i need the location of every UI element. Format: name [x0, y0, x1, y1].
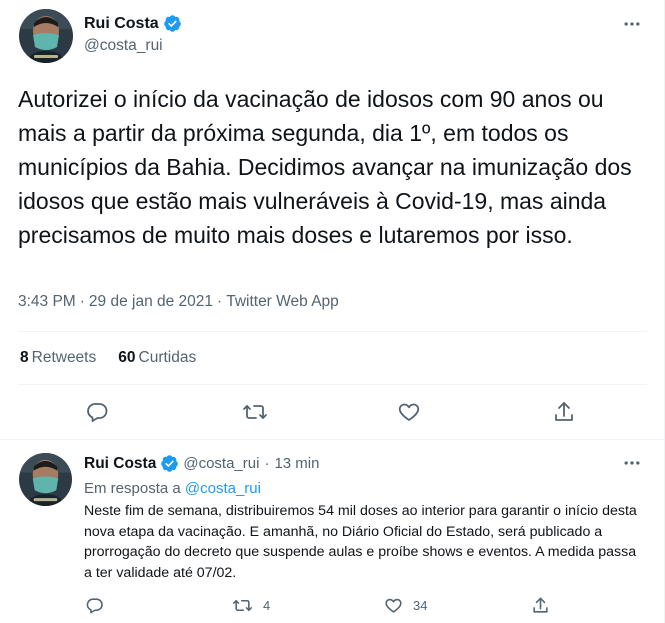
- avatar[interactable]: [19, 453, 72, 506]
- more-icon[interactable]: [621, 13, 643, 35]
- tweet-meta: 3:43 PM · 29 de jan de 2021 · Twitter Web Ap…: [18, 293, 339, 311]
- retweet-icon: [232, 596, 253, 615]
- author-row: Rui Costa @costa_rui · 13 min: [84, 454, 319, 473]
- reply-prefix: Em resposta a: [84, 480, 181, 497]
- tweet-time[interactable]: 3:43 PM: [18, 293, 76, 310]
- likes-count: 60: [118, 349, 136, 366]
- divider: [18, 384, 647, 385]
- retweet-icon: [242, 400, 268, 424]
- verified-badge-icon: [160, 454, 179, 473]
- reply-tweet[interactable]: Rui Costa @costa_rui · 13 min Em respost…: [0, 441, 665, 623]
- heart-icon: [384, 596, 403, 615]
- retweets-count: 8: [20, 349, 29, 366]
- reply-context: Em resposta a @costa_rui: [84, 480, 261, 497]
- likes-stat[interactable]: 60 Curtidas: [118, 349, 196, 367]
- tweet-text: Autorizei o início da vacinação de idoso…: [18, 86, 632, 248]
- like-button[interactable]: [397, 400, 421, 424]
- share-button[interactable]: [552, 400, 576, 424]
- tweet-date[interactable]: 29 de jan de 2021: [89, 293, 213, 310]
- main-tweet: Rui Costa @costa_rui Autorizei o início …: [0, 0, 665, 440]
- heart-icon: [397, 400, 421, 424]
- reply-button[interactable]: [85, 400, 109, 424]
- meta-separator: ·: [79, 293, 85, 310]
- retweet-button[interactable]: 4: [232, 596, 270, 615]
- author-name[interactable]: Rui Costa: [84, 15, 159, 33]
- like-button[interactable]: 34: [384, 596, 427, 615]
- likes-label: Curtidas: [138, 349, 197, 366]
- tweet-actions: [0, 400, 665, 426]
- reply-icon: [85, 596, 104, 615]
- author-handle[interactable]: @costa_rui: [183, 455, 259, 472]
- reply-button[interactable]: [85, 596, 104, 615]
- like-count: 34: [413, 598, 428, 613]
- author-row: Rui Costa: [84, 14, 182, 33]
- share-button[interactable]: [531, 596, 550, 615]
- author-name[interactable]: Rui Costa: [84, 455, 156, 473]
- verified-badge-icon: [163, 14, 182, 33]
- tweet-source[interactable]: Twitter Web App: [226, 293, 339, 310]
- reply-icon: [85, 400, 109, 424]
- reply-to-link[interactable]: @costa_rui: [185, 480, 261, 497]
- avatar[interactable]: [19, 9, 73, 63]
- meta-separator: ·: [217, 293, 223, 310]
- meta-separator: ·: [264, 455, 270, 472]
- retweet-button[interactable]: [242, 400, 268, 424]
- retweets-stat[interactable]: 8 Retweets: [20, 349, 96, 367]
- share-icon: [531, 596, 550, 615]
- share-icon: [552, 400, 576, 424]
- tweet-actions: 4 34: [0, 596, 665, 616]
- retweet-count: 4: [263, 598, 271, 613]
- divider: [18, 331, 647, 332]
- retweets-label: Retweets: [31, 349, 97, 366]
- avatar-image: [19, 453, 72, 506]
- avatar-image: [19, 9, 73, 63]
- tweet-stats: 8 Retweets 60 Curtidas: [20, 349, 196, 367]
- tweet-time[interactable]: 13 min: [274, 455, 319, 472]
- tweet-text: Neste fim de semana, distribuiremos 54 m…: [84, 503, 637, 581]
- timeline: Rui Costa @costa_rui Autorizei o início …: [0, 0, 665, 623]
- author-handle[interactable]: @costa_rui: [84, 37, 163, 55]
- more-icon[interactable]: [621, 452, 643, 474]
